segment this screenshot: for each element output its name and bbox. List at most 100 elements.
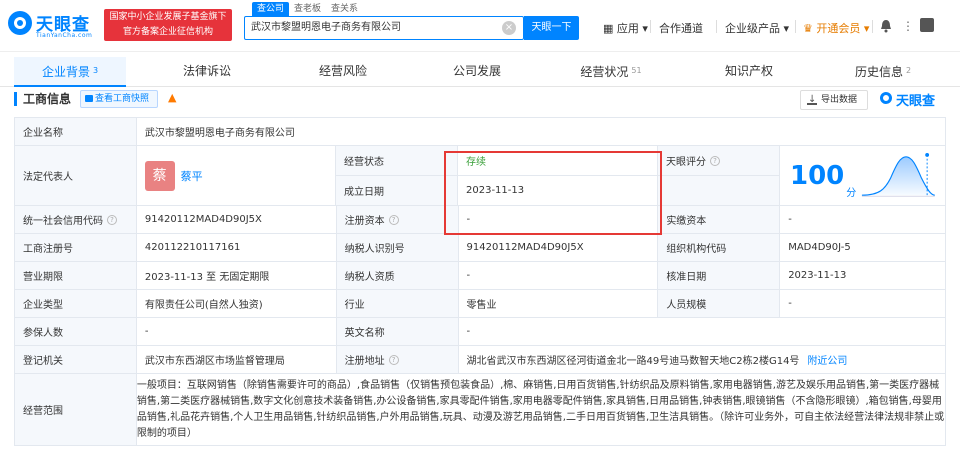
label-approval: 核准日期 bbox=[658, 262, 781, 289]
tab-label: 公司发展 bbox=[452, 64, 501, 78]
top-bar: 天眼查 TianYanCha.com 国家中小企业发展子基金旗下 官方备案企业征… bbox=[0, 0, 960, 52]
brand-watermark: 天眼查 bbox=[880, 90, 935, 109]
legal-rep-cell: 蔡 蔡平 bbox=[137, 146, 336, 205]
search-button[interactable]: 天眼一下 bbox=[524, 16, 579, 40]
search-input[interactable]: 武汉市黎盟明恩电子商务有限公司 bbox=[244, 16, 524, 40]
label-capital: 注册资本? bbox=[336, 206, 459, 233]
english-name: - bbox=[459, 318, 946, 345]
table-row: 营业期限 2023-11-13 至 无固定期限 纳税人资质 - 核准日期 202… bbox=[15, 262, 947, 290]
label-taxpayer-id: 纳税人识别号 bbox=[336, 234, 459, 261]
registration-authority: 武汉市东西湖区市场监督管理局 bbox=[137, 346, 337, 373]
label-legal-rep: 法定代表人 bbox=[15, 146, 137, 205]
label-status: 经营状态 bbox=[336, 146, 458, 175]
help-icon[interactable]: ? bbox=[388, 214, 399, 225]
tab-litigation[interactable]: 法律诉讼 bbox=[148, 57, 266, 87]
address-cell: 湖北省武汉市东西湖区径河街道金北一路49号迪马数智天地C2栋2楼G14号 附近公… bbox=[459, 346, 946, 373]
nav-app-label: 应用 bbox=[616, 22, 639, 35]
capital-label-text: 注册资本 bbox=[344, 216, 385, 227]
nav-enterprise-label: 企业级产品 bbox=[725, 22, 780, 35]
nav-enterprise[interactable]: 企业级产品 ▾ bbox=[725, 20, 789, 36]
label-score-filler bbox=[658, 176, 780, 205]
industry: 零售业 bbox=[459, 290, 659, 317]
tab-background[interactable]: 企业背景 3 bbox=[14, 57, 126, 87]
chevron-down-icon: ▾ bbox=[783, 22, 790, 35]
chevron-down-icon: ▾ bbox=[642, 22, 648, 35]
tab-label: 法律诉讼 bbox=[182, 64, 231, 78]
table-row: 登记机关 武汉市东西湖区市场监督管理局 注册地址? 湖北省武汉市东西湖区径河街道… bbox=[15, 346, 946, 374]
table-row: 法定代表人 蔡 蔡平 经营状态 存续 天眼评分? 成立日期 2023-11-13… bbox=[15, 146, 946, 206]
crown-icon: ♛ bbox=[803, 22, 813, 35]
sub-row: 经营状态 存续 天眼评分? bbox=[336, 146, 780, 176]
export-data-button[interactable]: 导出数据 bbox=[800, 90, 868, 110]
label-org-code: 组织机构代码 bbox=[658, 234, 781, 261]
tab-count: 3 bbox=[92, 66, 99, 75]
tab-count: 51 bbox=[631, 66, 642, 75]
label-reg-no: 工商注册号 bbox=[15, 234, 137, 261]
label-insured: 参保人数 bbox=[15, 318, 137, 345]
label-score: 天眼评分? bbox=[658, 146, 780, 175]
business-info-table: 企业名称 武汉市黎盟明恩电子商务有限公司 法定代表人 蔡 蔡平 经营状态 存续 … bbox=[14, 117, 947, 446]
tab-development[interactable]: 公司发展 bbox=[418, 57, 536, 87]
section-title: 工商信息 bbox=[14, 92, 71, 106]
download-icon bbox=[807, 91, 817, 109]
nav-app[interactable]: ▦ 应用 ▾ bbox=[603, 20, 648, 36]
insured-count: - bbox=[137, 318, 337, 345]
tab-operations[interactable]: 经营状况 51 bbox=[552, 57, 670, 87]
taxpayer-id: 91420112MAD4D90J5X bbox=[459, 234, 659, 261]
org-code: MAD4D90J-5 bbox=[780, 234, 947, 261]
paid-capital: - bbox=[780, 206, 947, 233]
label-type: 企业类型 bbox=[15, 290, 137, 317]
credit-code-label-text: 统一社会信用代码 bbox=[23, 216, 103, 227]
tab-history[interactable]: 历史信息 2 bbox=[824, 57, 942, 87]
bell-icon[interactable] bbox=[880, 19, 892, 33]
label-address: 注册地址? bbox=[336, 346, 459, 373]
nav-divider bbox=[650, 20, 651, 33]
tab-label: 经营状况 bbox=[580, 65, 629, 79]
tab-label: 企业背景 bbox=[41, 65, 90, 79]
score-label-text: 天眼评分 bbox=[666, 157, 706, 168]
staff-size: - bbox=[780, 290, 947, 317]
nav-vip[interactable]: ♛ 开通会员 ▾ bbox=[803, 20, 869, 36]
label-credit-code: 统一社会信用代码? bbox=[15, 206, 137, 233]
nearby-companies-link[interactable]: 附近公司 bbox=[807, 352, 847, 367]
tianyancha-logo[interactable]: 天眼查 TianYanCha.com bbox=[8, 8, 100, 42]
table-row: 工商注册号 420112210117161 纳税人识别号 91420112MAD… bbox=[15, 234, 947, 262]
search-tab-company[interactable]: 查公司 bbox=[252, 2, 290, 16]
tab-ip[interactable]: 知识产权 bbox=[690, 57, 808, 87]
help-icon[interactable]: ? bbox=[710, 155, 720, 166]
tab-risk[interactable]: 经营风险 bbox=[284, 57, 402, 87]
eye-logo-icon bbox=[8, 11, 32, 35]
company-type: 有限责任公司(自然人独资) bbox=[137, 290, 337, 317]
fire-icon: ▲ bbox=[168, 91, 177, 104]
tab-label: 知识产权 bbox=[724, 64, 773, 78]
search-tab-boss[interactable]: 查老板 bbox=[289, 2, 326, 16]
user-avatar[interactable] bbox=[920, 18, 934, 32]
label-taxpayer-qual: 纳税人资质 bbox=[336, 262, 459, 289]
company-name: 武汉市黎盟明恩电子商务有限公司 bbox=[137, 118, 946, 145]
business-term: 2023-11-13 至 无固定期限 bbox=[137, 262, 337, 289]
legal-rep-name[interactable]: 蔡平 bbox=[181, 168, 203, 184]
more-icon[interactable]: ⋮ bbox=[902, 19, 914, 33]
export-label: 导出数据 bbox=[821, 95, 858, 105]
reg-no: 420112210117161 bbox=[137, 234, 337, 261]
help-icon[interactable]: ? bbox=[107, 214, 117, 225]
clear-search-icon[interactable]: × bbox=[502, 21, 516, 35]
taxpayer-qual: - bbox=[459, 262, 659, 289]
snapshot-button[interactable]: 查看工商快照 bbox=[80, 90, 158, 108]
credit-code: 91420112MAD4D90J5X bbox=[137, 206, 337, 233]
label-scope: 经营范围 bbox=[15, 374, 137, 445]
nav-partner[interactable]: 合作通道 bbox=[659, 20, 703, 36]
label-term: 营业期限 bbox=[15, 262, 137, 289]
tab-label: 经营风险 bbox=[318, 64, 367, 78]
legal-rep-avatar: 蔡 bbox=[144, 160, 175, 191]
search-tab-relation[interactable]: 查关系 bbox=[326, 2, 363, 16]
nav-vip-label: 开通会员 bbox=[816, 22, 861, 35]
label-paid-capital: 实缴资本 bbox=[658, 206, 781, 233]
score-distribution-curve bbox=[862, 152, 936, 196]
org-badge-line2: 官方备案企业征信机构 bbox=[122, 27, 213, 37]
address-label-text: 注册地址 bbox=[344, 356, 385, 367]
label-industry: 行业 bbox=[336, 290, 459, 317]
help-icon[interactable]: ? bbox=[388, 354, 399, 365]
nav-divider bbox=[716, 20, 717, 33]
nav-divider bbox=[795, 20, 796, 33]
